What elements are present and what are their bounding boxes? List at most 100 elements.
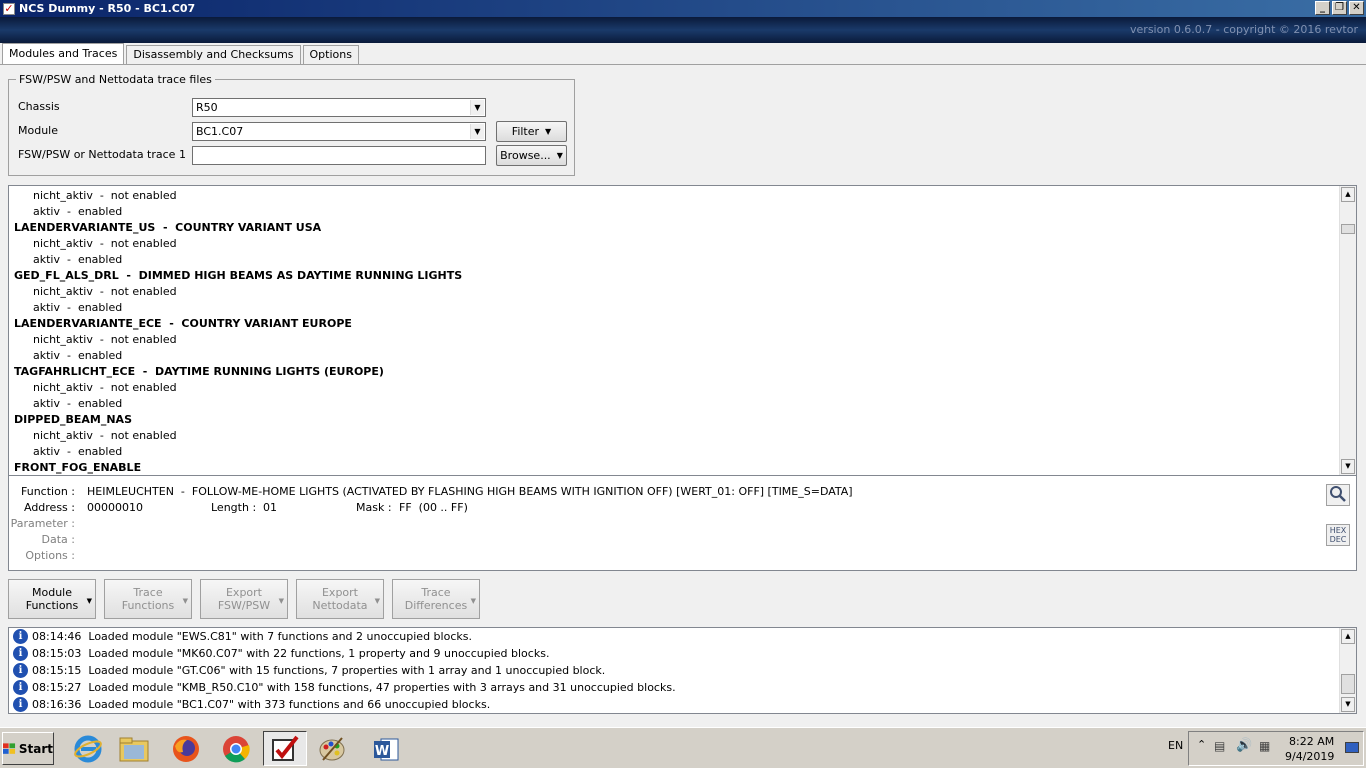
scroll-thumb[interactable] [1341, 674, 1355, 694]
log-panel[interactable]: i 08:14:46 Loaded module "EWS.C81" with 7… [8, 627, 1357, 714]
log-scrollbar[interactable]: ▲ ▼ [1339, 628, 1356, 713]
scroll-thumb[interactable] [1341, 224, 1355, 234]
tab-modules-and-traces[interactable]: Modules and Traces [2, 43, 125, 65]
show-hidden-icons-icon[interactable]: ⌃ [1197, 738, 1206, 751]
log-entry[interactable]: i 08:14:46 Loaded module "EWS.C81" with 7… [13, 628, 472, 645]
function-header-row[interactable]: DIPPED_BEAM_NAS [14, 412, 1334, 428]
start-label: Start [18, 741, 53, 756]
log-entry-text: 08:16:36 Loaded module "BC1.C07" with 37… [32, 698, 491, 711]
function-option-row[interactable]: nicht_aktiv - not enabled [14, 284, 1334, 300]
firefox-taskbar-icon[interactable] [164, 731, 208, 766]
volume-icon[interactable]: 🔊 [1236, 738, 1252, 753]
function-option-row[interactable]: nicht_aktiv - not enabled [14, 236, 1334, 252]
hex-dec-toggle[interactable]: HEX DEC [1326, 524, 1350, 546]
chevron-down-icon[interactable]: ▼ [470, 124, 484, 139]
browse-button[interactable]: Browse... ▼ [496, 145, 567, 166]
dropdown-arrow-icon[interactable]: ▼ [471, 595, 476, 608]
function-option-row[interactable]: nicht_aktiv - not enabled [14, 332, 1334, 348]
version-text: version 0.6.0.7 - copyright © 2016 revto… [1130, 23, 1358, 36]
log-entry[interactable]: i 08:15:27 Loaded module "KMB_R50.C10" wi… [13, 679, 676, 696]
checkbox-app-icon [272, 735, 299, 761]
mask-label: Mask : [356, 501, 392, 514]
network-icon[interactable]: ▦ [1259, 739, 1270, 753]
scroll-down-icon[interactable]: ▼ [1341, 697, 1355, 712]
close-button[interactable]: ✕ [1349, 1, 1364, 15]
action-label-line2: Nettodata [312, 599, 368, 612]
action-button-label: Export Nettodata [312, 586, 367, 612]
data-label: Data : [41, 533, 75, 546]
function-option-row[interactable]: nicht_aktiv - not enabled [14, 188, 1334, 204]
chrome-taskbar-icon[interactable] [214, 731, 258, 766]
log-entry[interactable]: i 08:16:36 Loaded module "BC1.C07" with 3… [13, 696, 490, 713]
action-button-export-nettodata[interactable]: Export Nettodata ▼ [296, 579, 384, 619]
list-scrollbar[interactable]: ▲ ▼ [1339, 186, 1356, 475]
explorer-taskbar-icon[interactable] [112, 731, 156, 766]
info-icon: i [13, 697, 28, 712]
function-option-row[interactable]: aktiv - enabled [14, 204, 1334, 220]
function-value: HEIMLEUCHTEN - FOLLOW-ME-HOME LIGHTS (AC… [87, 485, 853, 498]
action-button-trace-functions[interactable]: Trace Functions ▼ [104, 579, 192, 619]
function-option-row[interactable]: aktiv - enabled [14, 348, 1334, 364]
language-indicator[interactable]: EN [1168, 739, 1183, 752]
function-header-row[interactable]: LAENDERVARIANTE_ECE - COUNTRY VARIANT EU… [14, 316, 1334, 332]
clock-date[interactable]: 9/4/2019 [1285, 750, 1334, 763]
action-button-module-functions[interactable]: Module Functions ▼ [8, 579, 96, 619]
function-option-row[interactable]: nicht_aktiv - not enabled [14, 428, 1334, 444]
function-option-row[interactable]: aktiv - enabled [14, 300, 1334, 316]
log-entry[interactable]: i 08:15:15 Loaded module "GT.C06" with 15… [13, 662, 605, 679]
trace-input[interactable] [192, 146, 486, 165]
folder-icon [119, 737, 149, 761]
chevron-down-icon[interactable]: ▼ [470, 100, 484, 115]
minimize-button[interactable]: _ [1315, 1, 1330, 15]
function-header-row[interactable]: LAENDERVARIANTE_US - COUNTRY VARIANT USA [14, 220, 1334, 236]
action-button-export-fswpsw[interactable]: Export FSW/PSW ▼ [200, 579, 288, 619]
scroll-up-icon[interactable]: ▲ [1341, 629, 1355, 644]
search-button[interactable] [1326, 484, 1350, 506]
function-option-row[interactable]: aktiv - enabled [14, 252, 1334, 268]
function-detail-panel: Function : HEIMLEUCHTEN - FOLLOW-ME-HOME… [8, 476, 1357, 571]
paint-taskbar-icon[interactable] [310, 731, 354, 766]
system-tray: ⌃ ▤ 🔊 ▦ 8:22 AM 9/4/2019 [1188, 731, 1364, 766]
action-button-trace-differences[interactable]: Trace Differences ▼ [392, 579, 480, 619]
function-header-row[interactable]: GED_FL_ALS_DRL - DIMMED HIGH BEAMS AS DA… [14, 268, 1334, 284]
action-label-line1: Export [321, 586, 358, 599]
function-option-row[interactable]: nicht_aktiv - not enabled [14, 380, 1334, 396]
dropdown-arrow-icon[interactable]: ▼ [87, 595, 92, 608]
filter-button[interactable]: Filter ▼ [496, 121, 567, 142]
function-header-row[interactable]: TAGFAHRLICHT_ECE - DAYTIME RUNNING LIGHT… [14, 364, 1334, 380]
magnifier-icon [1330, 486, 1346, 502]
options-label: Options : [25, 549, 75, 562]
chassis-select[interactable]: R50 ▼ [192, 98, 486, 117]
tab-disassembly[interactable]: Disassembly and Checksums [126, 45, 301, 65]
info-icon: i [13, 663, 28, 678]
scroll-down-icon[interactable]: ▼ [1341, 459, 1355, 474]
log-entry[interactable]: i 08:15:03 Loaded module "MK60.C07" with … [13, 645, 549, 662]
dropdown-arrow-icon[interactable]: ▼ [183, 595, 188, 608]
action-button-label: Export FSW/PSW [218, 586, 270, 612]
dropdown-arrow-icon[interactable]: ▼ [375, 595, 380, 608]
ie-taskbar-icon[interactable] [66, 731, 110, 766]
windows-logo-icon [3, 742, 16, 754]
dropdown-arrow-icon[interactable]: ▼ [279, 595, 284, 608]
tab-options[interactable]: Options [302, 45, 359, 65]
function-header-row[interactable]: FRONT_FOG_ENABLE [14, 460, 1334, 475]
chrome-icon [223, 735, 250, 762]
safely-remove-icon[interactable]: ▤ [1214, 739, 1225, 753]
action-label-line1: Module [32, 586, 72, 599]
ncs-dummy-taskbar-icon[interactable] [263, 731, 307, 766]
dropdown-arrow-icon: ▼ [556, 151, 563, 160]
scroll-up-icon[interactable]: ▲ [1341, 187, 1355, 202]
show-desktop-icon[interactable] [1345, 742, 1359, 753]
start-button[interactable]: Start [2, 732, 54, 765]
word-taskbar-icon[interactable]: W [364, 731, 408, 766]
restore-button[interactable]: ❐ [1332, 1, 1347, 15]
clock-time[interactable]: 8:22 AM [1289, 735, 1334, 748]
function-option-row[interactable]: aktiv - enabled [14, 444, 1334, 460]
function-list[interactable]: nicht_aktiv - not enabled aktiv - enabled… [8, 185, 1357, 476]
function-option-row[interactable]: aktiv - enabled [14, 396, 1334, 412]
action-label-line2: Differences [404, 599, 468, 612]
info-icon: i [13, 629, 28, 644]
length-value: 01 [263, 501, 277, 514]
module-select[interactable]: BC1.C07 ▼ [192, 122, 486, 141]
log-entry-text: 08:15:15 Loaded module "GT.C06" with 15 … [32, 664, 606, 677]
